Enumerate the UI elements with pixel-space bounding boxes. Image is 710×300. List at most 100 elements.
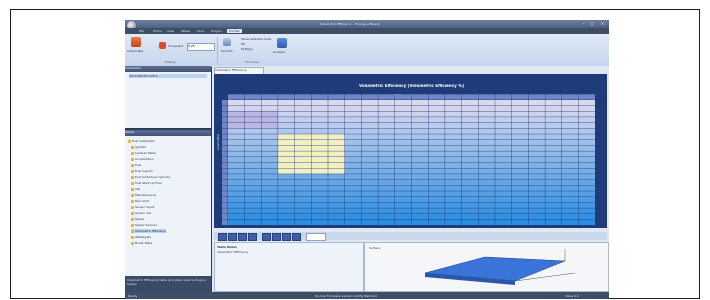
table-cell[interactable] — [411, 122, 428, 129]
table-cell[interactable] — [461, 214, 479, 220]
table-cell[interactable] — [495, 191, 512, 197]
table-cell[interactable] — [228, 157, 245, 163]
table-cell[interactable] — [378, 134, 395, 140]
table-cell[interactable] — [578, 185, 595, 191]
table-cell[interactable] — [445, 134, 462, 140]
table-cell[interactable] — [378, 151, 395, 157]
table-cell[interactable] — [562, 191, 579, 197]
table-cell[interactable] — [528, 162, 545, 168]
table-cell[interactable] — [428, 157, 445, 163]
table-cell[interactable] — [278, 111, 295, 117]
maximize-icon[interactable]: □ — [589, 21, 596, 26]
table-cell[interactable] — [562, 179, 579, 186]
table-cell[interactable] — [562, 168, 579, 174]
table-cell[interactable] — [428, 111, 445, 117]
table-cell[interactable] — [228, 196, 245, 203]
increment-button[interactable]: Increment — [168, 44, 183, 48]
table-cell[interactable] — [228, 105, 245, 111]
table-cell[interactable] — [511, 151, 529, 157]
table-cell[interactable] — [511, 105, 529, 111]
selected-table-cell[interactable] — [311, 157, 328, 163]
table-cell[interactable] — [311, 202, 328, 208]
table-cell[interactable] — [511, 214, 529, 220]
table-cell[interactable] — [228, 179, 245, 186]
table-cell[interactable] — [311, 128, 328, 134]
table-cell[interactable] — [395, 122, 412, 129]
tab-format[interactable]: Format — [227, 29, 242, 33]
table-cell[interactable] — [528, 139, 545, 146]
tree-item[interactable]: Wastegate — [131, 235, 151, 239]
tree-item[interactable]: Fuel Calibration — [128, 139, 155, 143]
table-cell[interactable] — [445, 191, 462, 197]
row-header-cell[interactable] — [222, 100, 228, 106]
table-cell[interactable] — [578, 105, 595, 111]
row-header-cell[interactable] — [222, 191, 228, 197]
table-cell[interactable] — [411, 151, 428, 157]
tree-item[interactable]: Fuel — [131, 163, 141, 167]
table-cell[interactable] — [578, 139, 595, 146]
table-cell[interactable] — [478, 111, 495, 117]
table-cell[interactable] — [278, 191, 295, 197]
last-icon[interactable] — [248, 233, 257, 241]
redo-icon[interactable] — [292, 233, 301, 241]
table-cell[interactable] — [228, 162, 245, 168]
selected-table-cell[interactable] — [294, 162, 312, 168]
table-cell[interactable] — [344, 145, 362, 151]
table-cell[interactable] — [344, 191, 362, 197]
table-cell[interactable] — [578, 208, 595, 214]
selected-table-cell[interactable] — [328, 134, 345, 140]
table-cell[interactable] — [328, 191, 345, 197]
fill-button[interactable]: Fill — [241, 42, 245, 46]
table-cell[interactable] — [545, 174, 562, 180]
table-cell[interactable] — [244, 219, 261, 225]
table-cell[interactable] — [228, 128, 245, 134]
table-cell[interactable] — [461, 202, 479, 208]
table-cell[interactable] — [361, 111, 378, 117]
table-cell[interactable] — [411, 168, 428, 174]
table-cell[interactable] — [328, 202, 345, 208]
table-cell[interactable] — [495, 202, 512, 208]
table-cell[interactable] — [244, 214, 261, 220]
selected-table-cell[interactable] — [311, 145, 328, 151]
table-cell[interactable] — [294, 128, 312, 134]
table-cell[interactable] — [244, 196, 261, 203]
table-cell[interactable] — [578, 162, 595, 168]
table-cell[interactable] — [478, 100, 495, 106]
column-header-cell[interactable] — [461, 94, 479, 100]
table-cell[interactable] — [461, 157, 479, 163]
table-cell[interactable] — [294, 185, 312, 191]
table-cell[interactable] — [278, 202, 295, 208]
table-cell[interactable] — [395, 191, 412, 197]
table-cell[interactable] — [395, 174, 412, 180]
smooth-icon[interactable] — [223, 38, 231, 46]
table-cell[interactable] — [528, 157, 545, 163]
table-cell[interactable] — [294, 208, 312, 214]
smooth-button[interactable]: Smooth — [221, 49, 233, 53]
table-cell[interactable] — [411, 139, 428, 146]
table-cell[interactable] — [578, 191, 595, 197]
table-cell[interactable] — [228, 145, 245, 151]
table-cell[interactable] — [428, 219, 445, 225]
column-header-cell[interactable] — [478, 94, 495, 100]
table-cell[interactable] — [228, 151, 245, 157]
previous-icon[interactable] — [228, 233, 237, 241]
table-cell[interactable] — [461, 168, 479, 174]
table-cell[interactable] — [261, 122, 278, 129]
table-cell[interactable] — [378, 179, 395, 186]
selected-table-cell[interactable] — [328, 145, 345, 151]
table-cell[interactable] — [445, 122, 462, 129]
table-cell[interactable] — [378, 157, 395, 163]
table-cell[interactable] — [545, 134, 562, 140]
table-cell[interactable] — [495, 196, 512, 203]
table-cell[interactable] — [478, 179, 495, 186]
table-cell[interactable] — [361, 185, 378, 191]
table-cell[interactable] — [344, 111, 362, 117]
table-cell[interactable] — [228, 191, 245, 197]
table-cell[interactable] — [461, 208, 479, 214]
table-cell[interactable] — [495, 139, 512, 146]
table-cell[interactable] — [428, 179, 445, 186]
selected-table-cell[interactable] — [294, 168, 312, 174]
table-cell[interactable] — [244, 117, 261, 123]
table-cell[interactable] — [344, 100, 362, 106]
table-cell[interactable] — [344, 117, 362, 123]
